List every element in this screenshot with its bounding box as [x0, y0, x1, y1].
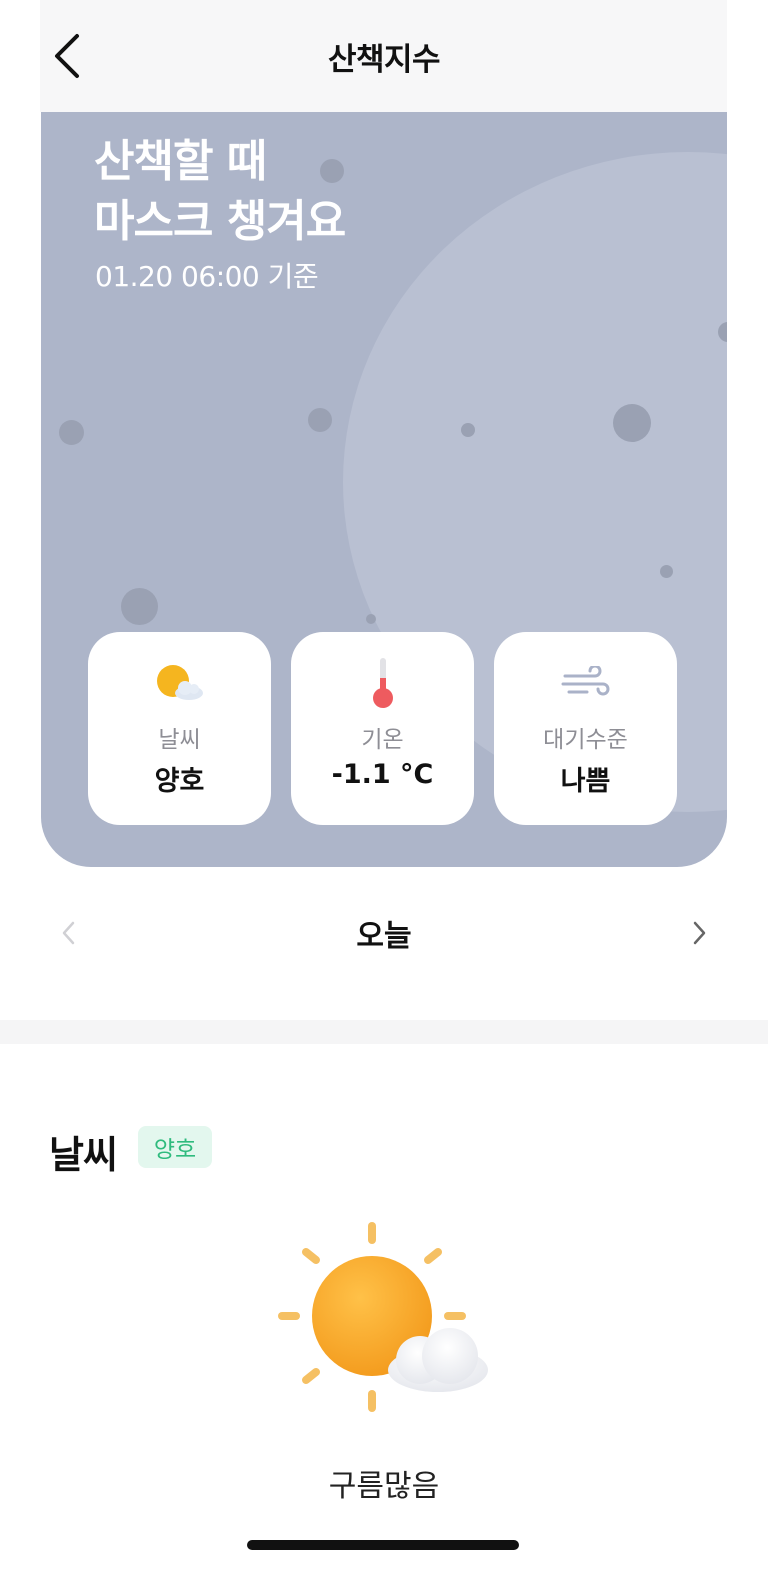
section-divider [0, 1020, 768, 1044]
walk-index-hero: 산책할 때 마스크 챙겨요 01.20 06:00 기준 날씨 양호 기온 -1… [41, 112, 727, 867]
decorative-dot [121, 588, 158, 625]
page-title: 산책지수 [327, 42, 441, 78]
sun-cloud-icon [278, 1222, 488, 1412]
hero-timestamp: 01.20 06:00 기준 [95, 260, 319, 293]
temperature-card[interactable]: 기온 -1.1 °C [291, 632, 474, 825]
next-day-button[interactable] [680, 909, 720, 957]
decorative-dot [59, 420, 84, 445]
wind-icon [561, 666, 609, 696]
card-value: -1.1 °C [331, 759, 434, 790]
card-label: 날씨 [158, 727, 201, 753]
sun-cloud-icon [156, 665, 203, 700]
decorative-dot [308, 408, 332, 432]
decorative-dot [660, 565, 673, 578]
top-bar: 산책지수 [0, 0, 768, 112]
card-label: 기온 [361, 727, 404, 753]
chevron-right-icon [693, 921, 706, 945]
weather-description: 구름많음 [328, 1469, 440, 1504]
card-value: 나쁨 [560, 766, 611, 797]
status-badge: 양호 [138, 1126, 212, 1168]
decorative-dot [461, 423, 475, 437]
day-label: 오늘 [356, 919, 412, 954]
weather-section-title: 날씨 [49, 1133, 118, 1177]
hero-headline: 산책할 때 마스크 챙겨요 [94, 136, 346, 247]
thermometer-icon [372, 658, 393, 708]
air-quality-card[interactable]: 대기수준 나쁨 [494, 632, 677, 825]
weather-summary-card[interactable]: 날씨 양호 [88, 632, 271, 825]
day-selector: 오늘 [0, 895, 768, 970]
decorative-dot [366, 614, 376, 624]
card-label: 대기수준 [543, 727, 628, 753]
card-value: 양호 [154, 766, 205, 797]
decorative-dot [613, 404, 651, 442]
home-indicator[interactable] [247, 1540, 519, 1550]
